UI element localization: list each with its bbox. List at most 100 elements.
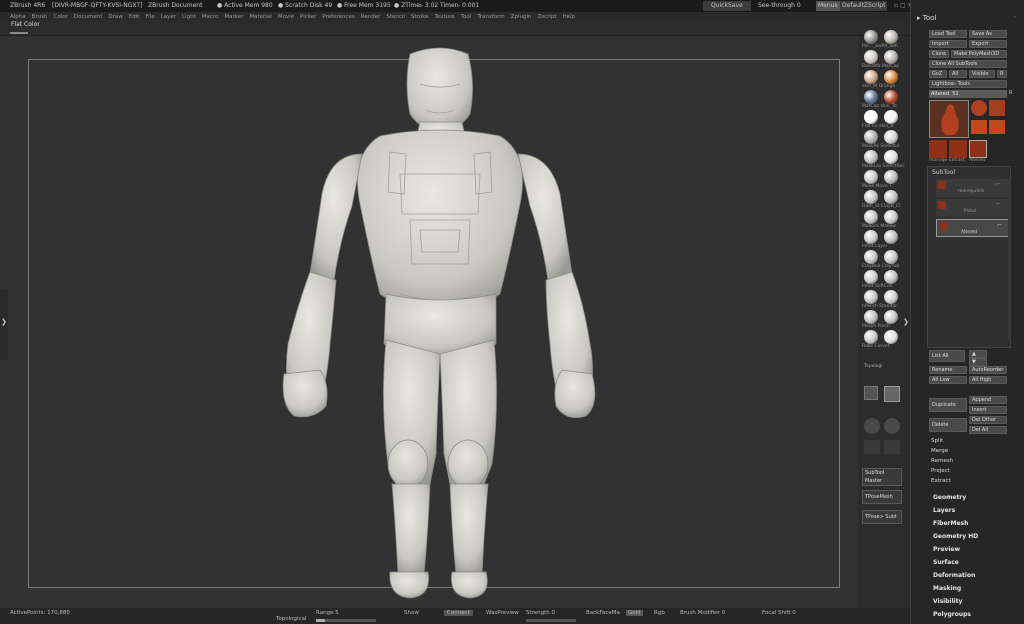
material-swatch-b[interactable] — [884, 210, 898, 224]
current-tool-slider[interactable]: Altered. 51 — [929, 90, 1007, 98]
backface-mask-toggle[interactable]: BackFaceMa — [586, 610, 620, 616]
material-swatch-b[interactable] — [884, 110, 898, 124]
append-button[interactable]: Append — [969, 396, 1007, 404]
del-other-button[interactable]: Del Other — [969, 416, 1007, 424]
autoreorder-button[interactable]: AutoReorder — [969, 366, 1007, 374]
lightbox-tools-button[interactable]: Lightbox▹ Tools — [929, 80, 1007, 88]
material-swatch-b[interactable] — [884, 130, 898, 144]
section-geometry-hd[interactable]: Geometry HD — [933, 533, 978, 540]
material-swatch-b[interactable] — [884, 70, 898, 84]
material-swatch-a[interactable] — [864, 130, 878, 144]
material-swatch-b[interactable] — [884, 310, 898, 324]
menu-stroke[interactable]: Stroke — [411, 14, 429, 20]
material-swatch-a[interactable] — [864, 230, 878, 244]
eye-icon[interactable]: ⌐ — [996, 201, 1001, 208]
split-menu[interactable]: Split — [931, 438, 943, 444]
material-swatch-a[interactable] — [864, 310, 878, 324]
insert-button[interactable]: Insert — [969, 406, 1007, 414]
menu-draw[interactable]: Draw — [108, 14, 122, 20]
tool-thumb-funcsp[interactable] — [989, 120, 1005, 134]
material-swatch-a[interactable] — [864, 170, 878, 184]
see-through-slider[interactable]: See-through 0 — [758, 0, 801, 12]
menu-stencil[interactable]: Stencil — [386, 14, 405, 20]
duplicate-button[interactable]: Duplicate — [929, 398, 967, 412]
expand-left-tray-icon[interactable]: ❯ — [1, 318, 7, 326]
was-preview-toggle[interactable]: WasPreview — [486, 610, 519, 616]
menu-help[interactable]: Help — [563, 14, 576, 20]
delete-button[interactable]: Delete — [929, 418, 967, 432]
menu-marker[interactable]: Marker — [224, 14, 243, 20]
make-polymesh-button[interactable]: Make PolyMesh3D — [951, 50, 1007, 58]
transp-icon[interactable] — [884, 440, 900, 454]
floor-icon[interactable] — [864, 440, 880, 454]
menu-material[interactable]: Material — [249, 14, 271, 20]
all-button[interactable]: All — [949, 70, 967, 78]
material-swatch-b[interactable] — [884, 330, 898, 344]
menu-color[interactable]: Color — [54, 14, 68, 20]
material-swatch-a[interactable] — [864, 290, 878, 304]
r-toggle[interactable]: R — [1009, 90, 1012, 96]
clone-all-subtools-button[interactable]: Clone All SubTools — [929, 60, 1007, 68]
material-swatch-b[interactable] — [884, 270, 898, 284]
menu-movie[interactable]: Movie — [278, 14, 294, 20]
goz-button[interactable]: GoZ — [929, 70, 947, 78]
tool-thumb-cylinder[interactable] — [971, 100, 987, 116]
visible-button[interactable]: Visible — [969, 70, 995, 78]
subtool-master-button[interactable]: SubTool Master — [862, 468, 902, 486]
tposemesh-button[interactable]: TPoseMesh — [862, 490, 902, 504]
tool-thumb-main[interactable] — [929, 100, 969, 138]
menu-macro[interactable]: Macro — [202, 14, 219, 20]
tool-thumb-extract[interactable] — [949, 140, 967, 158]
material-swatch-b[interactable] — [884, 290, 898, 304]
material-swatch-b[interactable] — [884, 190, 898, 204]
import-button[interactable]: Import — [929, 40, 967, 48]
tool-thumb-altered[interactable] — [969, 140, 987, 158]
section-layers[interactable]: Layers — [933, 507, 955, 514]
menu-picker[interactable]: Picker — [300, 14, 316, 20]
section-deformation[interactable]: Deformation — [933, 572, 975, 579]
material-swatch-b[interactable] — [884, 170, 898, 184]
rename-button[interactable]: Rename — [929, 366, 967, 374]
menu-light[interactable]: Light — [182, 14, 196, 20]
material-swatch-a[interactable] — [864, 30, 878, 44]
focal-shift-slider[interactable]: Focal Shift 0 — [762, 610, 796, 616]
menus-button[interactable]: Menus — [816, 1, 840, 11]
section-visibility[interactable]: Visibility — [933, 598, 962, 605]
material-swatch-a[interactable] — [864, 90, 878, 104]
eye-icon[interactable]: ⌐ — [996, 181, 1001, 188]
section-polygroups[interactable]: Polygroups — [933, 611, 971, 618]
flat-color-label[interactable]: Flat Color — [11, 18, 40, 32]
section-geometry[interactable]: Geometry — [933, 494, 966, 501]
section-masking[interactable]: Masking — [933, 585, 961, 592]
menu-document[interactable]: Document — [74, 14, 103, 20]
tpose-subt-button[interactable]: TPose> Subt — [862, 510, 902, 524]
export-button[interactable]: Export — [969, 40, 1007, 48]
tool-thumb-manage[interactable] — [929, 140, 947, 158]
material-swatch-b[interactable] — [884, 150, 898, 164]
brush-modifier-slider[interactable]: Brush Modifier 0 — [680, 610, 725, 616]
menu-texture[interactable]: Texture — [435, 14, 455, 20]
material-swatch-a[interactable] — [864, 270, 878, 284]
material-swatch-a[interactable] — [864, 250, 878, 264]
list-all-button[interactable]: List All — [929, 350, 965, 362]
merge-menu[interactable]: Merge — [931, 448, 948, 454]
pin-icon[interactable]: ◦ — [1013, 14, 1017, 21]
default-zscript-button[interactable]: DefaultZScript — [840, 1, 888, 11]
tool-thumb-simplebrush[interactable] — [971, 120, 987, 134]
rgb-toggle[interactable]: Rgb — [654, 610, 665, 616]
strength-slider[interactable]: Strength 0 — [526, 610, 555, 616]
local-icon[interactable] — [884, 386, 900, 402]
collapse-right-tray-icon[interactable]: ❯ — [903, 318, 909, 326]
material-swatch-b[interactable] — [884, 90, 898, 104]
material-swatch-b[interactable] — [884, 250, 898, 264]
subtool-row[interactable]: Pistol ⌐ — [936, 199, 1010, 217]
menu-layer[interactable]: Layer — [161, 14, 176, 20]
quicksave-button[interactable]: QuickSave — [703, 1, 751, 11]
move-up-icon[interactable]: ▲ — [969, 350, 987, 358]
section-surface[interactable]: Surface — [933, 559, 959, 566]
subtool-title[interactable]: SubTool — [932, 169, 955, 176]
scale-icon[interactable] — [864, 418, 880, 434]
material-swatch-a[interactable] — [864, 190, 878, 204]
material-swatch-a[interactable] — [864, 150, 878, 164]
material-swatch-b[interactable] — [884, 50, 898, 64]
